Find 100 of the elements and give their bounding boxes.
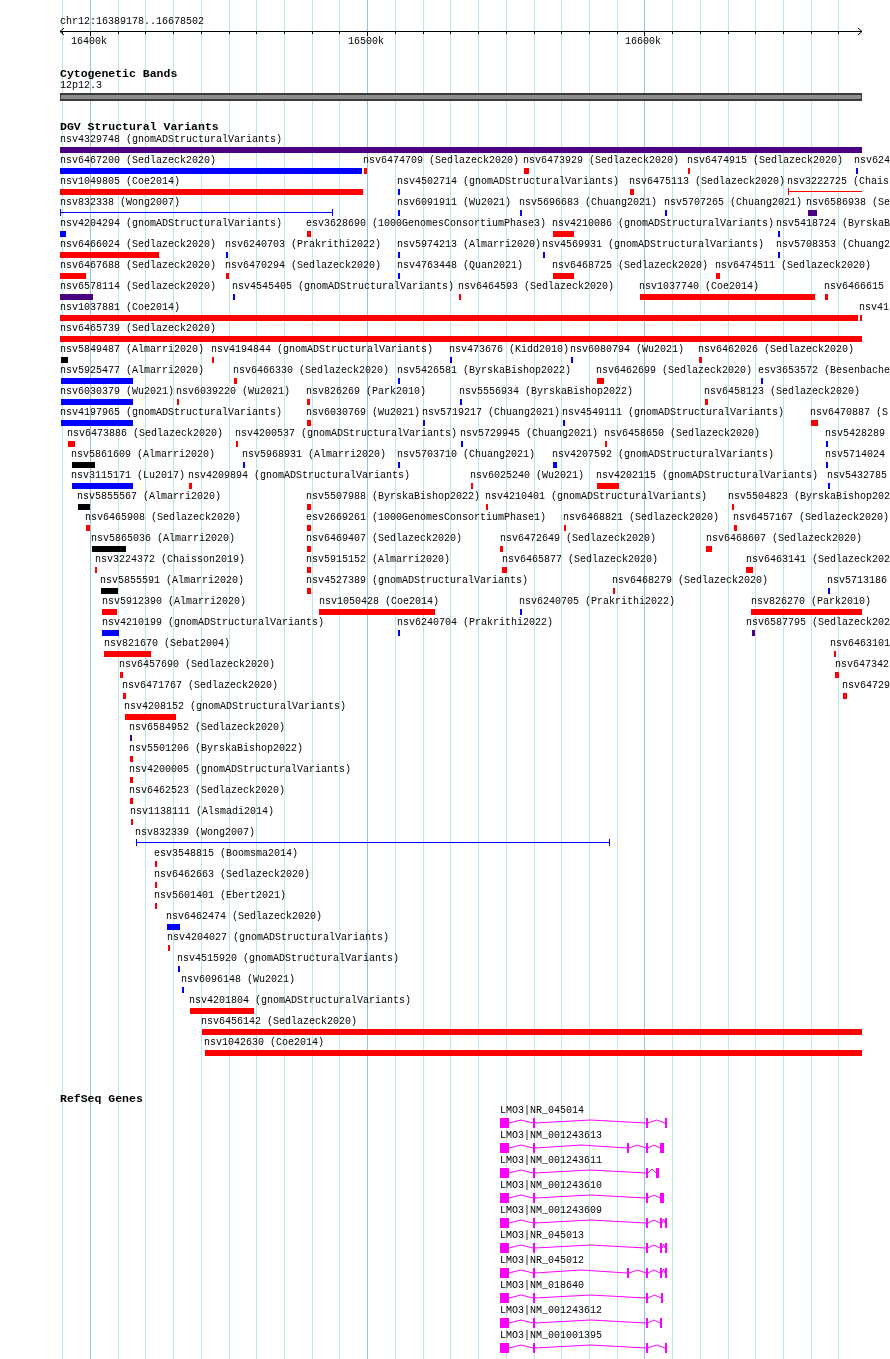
- variant-label: nsv6091911 (Wu2021): [397, 197, 512, 208]
- variant-bar[interactable]: [104, 651, 151, 657]
- variant-bar[interactable]: [202, 1029, 862, 1035]
- variant-bar[interactable]: [102, 630, 119, 636]
- tick-label: 16400k: [71, 36, 107, 47]
- variant-bar[interactable]: [102, 609, 117, 615]
- variant-bar[interactable]: [307, 420, 311, 426]
- transcript-drawing[interactable]: [500, 1117, 668, 1129]
- variant-label: nsv5968931 (Almarri2020): [242, 449, 387, 460]
- variant-bar[interactable]: [86, 525, 90, 531]
- variant-label: nsv6475113 (Sedlazeck2020): [629, 176, 786, 187]
- variant-label: nsv4208152 (gnomADStructuralVariants): [124, 701, 347, 712]
- variant-bar[interactable]: [92, 546, 126, 552]
- variant-bar[interactable]: [706, 546, 712, 552]
- variant-bar[interactable]: [500, 546, 503, 552]
- variant-bar[interactable]: [60, 147, 862, 153]
- variant-bar[interactable]: [60, 315, 858, 321]
- variant-bar[interactable]: [843, 693, 847, 699]
- variant-label: nsv6458123 (Sedlazeck2020): [704, 386, 861, 397]
- variant-bar[interactable]: [597, 378, 604, 384]
- variant-bar[interactable]: [68, 441, 75, 447]
- variant-label: nsv5915152 (Almarri2020): [306, 554, 451, 565]
- variant-label: nsv5925477 (Almarri2020): [60, 365, 205, 376]
- variant-bar[interactable]: [835, 672, 839, 678]
- transcript-label: LMO3|NM_001243613: [500, 1130, 603, 1141]
- variant-bar[interactable]: [752, 630, 755, 636]
- variant-label: nsv624: [854, 155, 890, 166]
- variant-bar[interactable]: [699, 357, 702, 363]
- variant-bar[interactable]: [60, 189, 363, 195]
- variant-bar[interactable]: [61, 399, 133, 405]
- variant-bar[interactable]: [130, 777, 133, 783]
- variant-bar[interactable]: [130, 798, 133, 804]
- variant-span[interactable]: [787, 187, 863, 196]
- variant-bar[interactable]: [123, 693, 126, 699]
- variant-bar[interactable]: [502, 567, 507, 573]
- variant-bar[interactable]: [524, 168, 529, 174]
- variant-bar[interactable]: [307, 546, 311, 552]
- variant-bar[interactable]: [705, 399, 708, 405]
- variant-bar[interactable]: [190, 1008, 254, 1014]
- variant-bar[interactable]: [307, 399, 310, 405]
- variant-bar[interactable]: [61, 420, 133, 426]
- variant-bar[interactable]: [130, 756, 133, 762]
- variant-bar[interactable]: [120, 672, 123, 678]
- variant-bar[interactable]: [319, 609, 435, 615]
- variant-bar[interactable]: [72, 462, 95, 468]
- variant-bar[interactable]: [716, 273, 720, 279]
- variant-bar[interactable]: [61, 357, 68, 363]
- variant-bar[interactable]: [205, 1050, 862, 1056]
- transcript-drawing[interactable]: [500, 1242, 668, 1254]
- variant-bar[interactable]: [125, 714, 176, 720]
- variant-bar[interactable]: [553, 231, 574, 237]
- variant-label: nsv4194844 (gnomADStructuralVariants): [211, 344, 434, 355]
- variant-label: nsv6473886 (Sedlazeck2020): [67, 428, 224, 439]
- variant-bar[interactable]: [734, 525, 737, 531]
- variant-bar[interactable]: [60, 252, 159, 258]
- variant-label: nsv6096148 (Wu2021): [181, 974, 296, 985]
- variant-bar[interactable]: [60, 273, 86, 279]
- variant-bar[interactable]: [78, 504, 90, 510]
- variant-bar[interactable]: [101, 588, 118, 594]
- transcript-drawing[interactable]: [500, 1267, 668, 1279]
- variant-bar[interactable]: [60, 168, 362, 174]
- variant-bar[interactable]: [364, 168, 367, 174]
- variant-bar[interactable]: [226, 273, 229, 279]
- variant-bar[interactable]: [751, 609, 862, 615]
- variant-label: nsv6474511 (Sedlazeck2020): [715, 260, 872, 271]
- variant-bar[interactable]: [808, 210, 817, 216]
- variant-bar[interactable]: [825, 294, 828, 300]
- variant-bar[interactable]: [553, 462, 557, 468]
- variant-bar[interactable]: [72, 483, 133, 489]
- variant-bar[interactable]: [234, 378, 237, 384]
- variant-bar[interactable]: [60, 231, 66, 237]
- transcript-drawing[interactable]: [500, 1217, 668, 1229]
- variant-span[interactable]: [135, 838, 611, 847]
- variant-span[interactable]: [59, 208, 334, 217]
- variant-label: nsv6025240 (Wu2021): [470, 470, 585, 481]
- variant-bar[interactable]: [61, 378, 133, 384]
- variant-bar[interactable]: [630, 189, 634, 195]
- variant-bar[interactable]: [167, 924, 180, 930]
- variant-bar[interactable]: [189, 483, 192, 489]
- variant-label: nsv6466615: [824, 281, 884, 292]
- variant-bar[interactable]: [746, 567, 753, 573]
- variant-label: nsv5719217 (Chuang2021): [422, 407, 561, 418]
- variant-label: nsv4207592 (gnomADStructuralVariants): [552, 449, 775, 460]
- variant-label: nsv6030769 (Wu2021): [306, 407, 421, 418]
- variant-bar[interactable]: [640, 294, 815, 300]
- variant-bar[interactable]: [553, 273, 574, 279]
- variant-bar[interactable]: [307, 567, 311, 573]
- variant-bar[interactable]: [60, 294, 93, 300]
- variant-label: nsv5912390 (Almarri2020): [102, 596, 247, 607]
- variant-bar[interactable]: [307, 525, 311, 531]
- variant-bar[interactable]: [60, 336, 862, 342]
- variant-bar[interactable]: [811, 420, 818, 426]
- variant-bar[interactable]: [307, 504, 311, 510]
- variant-label: nsv6240704 (Prakrithi2022): [397, 617, 554, 628]
- transcript-drawing[interactable]: [500, 1342, 668, 1354]
- variant-bar[interactable]: [307, 231, 311, 237]
- transcript-label: LMO3|NM_001243611: [500, 1155, 603, 1166]
- variant-bar[interactable]: [597, 483, 619, 489]
- variant-bar[interactable]: [307, 588, 311, 594]
- transcript-label: LMO3|NM_001001395: [500, 1330, 603, 1341]
